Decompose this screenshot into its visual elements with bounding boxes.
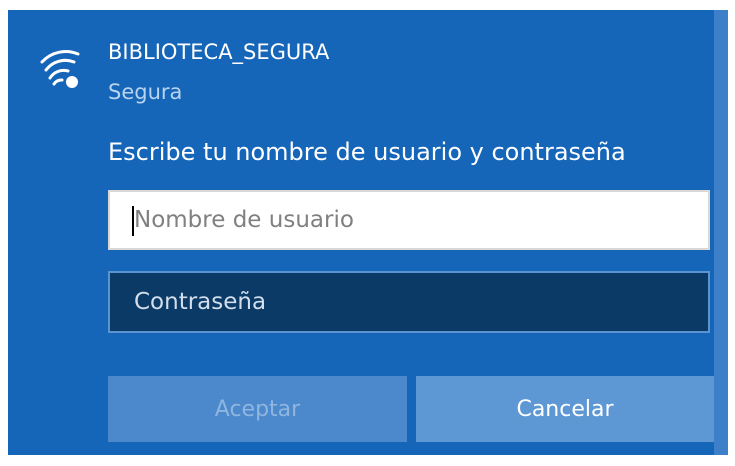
wifi-secured-icon (40, 50, 80, 88)
cancel-button[interactable]: Cancelar (416, 376, 714, 442)
panel-scroll-edge (714, 10, 728, 455)
network-name: BIBLIOTECA_SEGURA (108, 40, 330, 64)
accept-button[interactable]: Aceptar (108, 376, 407, 442)
credentials-prompt: Escribe tu nombre de usuario y contraseñ… (108, 138, 626, 166)
password-field[interactable] (108, 271, 710, 333)
username-field[interactable] (108, 190, 710, 250)
password-input[interactable] (110, 273, 708, 331)
username-input[interactable] (110, 192, 708, 248)
text-caret (132, 206, 134, 236)
network-security-status: Segura (108, 80, 183, 104)
wifi-flyout-window: BIBLIOTECA_SEGURA Segura Escribe tu nomb… (0, 0, 735, 466)
